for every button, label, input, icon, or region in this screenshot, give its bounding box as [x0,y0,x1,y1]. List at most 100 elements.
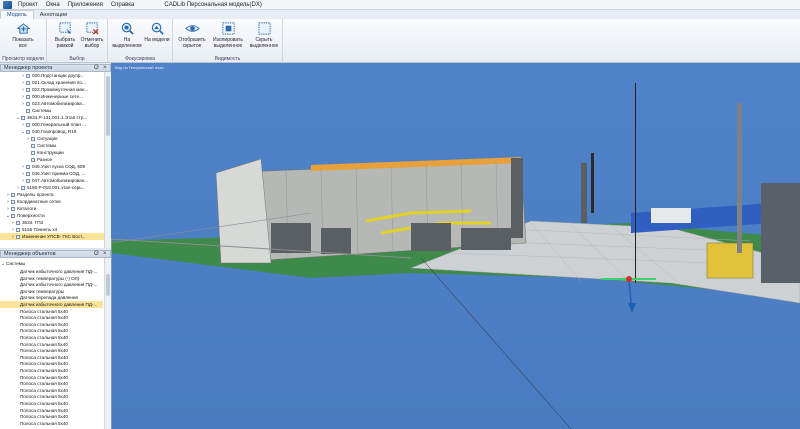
tab-annotations[interactable]: Аннотации [34,11,74,19]
tree-node-label: 5155 Тоннель х4 [22,227,58,232]
show-hidden-icon [184,25,200,32]
tree-node-label: 020.Подстанции доупр... [32,73,85,78]
tree-node-label: 040.Газопровод, R16 [32,129,77,134]
tree-node-label: Поверхности [17,213,45,218]
cancel-selection-icon [85,22,99,35]
isolate-selected-button[interactable]: Изолировать выделенное [211,21,245,53]
tree-node[interactable]: › Разделы проекта [0,191,104,198]
tree-node[interactable]: › 023.Автомобилизирова... [0,100,104,107]
tree-node[interactable]: ⌄ Поверхности [0,212,104,219]
folder-icon [11,206,15,211]
group-visibility: Отобразить скрытое Изолировать выделенно… [173,19,283,63]
folder-icon [11,199,15,204]
hide-selected-button[interactable]: Скрыть выделенное [247,21,281,53]
tree-node-label: 3634. ГП3 [22,220,44,225]
tree-node[interactable]: › Координатные сетки [0,198,104,205]
project-tree-scrollbar[interactable] [104,72,111,248]
tree-node[interactable]: › 021.Склад хранения по... [0,79,104,86]
tree-node-label: Конструкции [37,150,64,155]
tree-node[interactable]: › Каталоги [0,205,104,212]
pin-icon[interactable]: ʘ [94,251,99,257]
cancel-selection-button[interactable]: Отменить выбор [77,21,107,53]
tree-node[interactable]: › 3634. ГП3 [0,219,104,226]
3d-viewport[interactable] [111,63,800,429]
folder-icon [26,171,30,176]
tree-node[interactable]: Конструкции [0,149,104,156]
small-building [651,208,691,223]
frame-select-button[interactable]: Выбрать рамкой [50,21,80,53]
tree-node[interactable]: › 000.Генеральный план ... [0,121,104,128]
close-icon[interactable]: × [103,65,107,71]
folder-icon [31,157,35,162]
pin-icon[interactable]: ʘ [94,65,99,71]
group-focus: На выделенном На модели Фокусировка [108,19,173,63]
close-icon[interactable]: × [103,251,107,257]
ribbon-tab-strip: Модель Аннотации [0,10,800,19]
folder-icon [16,227,20,232]
tree-node-label: Системы [37,143,57,148]
right-equipment [761,183,800,283]
zoom-model-button[interactable]: На модели [142,21,172,53]
scroll-thumb[interactable] [106,76,110,136]
tall-mast [737,103,742,253]
folder-icon [21,115,25,120]
tree-node[interactable]: › 022.Промежуточная ман... [0,86,104,93]
folder-icon [31,150,35,155]
folder-icon [26,108,30,113]
group-label-model-view: Просмотр модели [2,56,44,62]
tree-node[interactable]: ⌄ 3634.Р-131.001.1.Этап стр... [0,114,104,121]
app-logo-icon[interactable] [3,0,12,9]
object-tree-root[interactable]: ⌄Системы [0,260,25,267]
tab-model[interactable]: Модель [0,10,34,19]
tree-node-label: Изменение УПСВ- ГКС Вост... [22,234,86,239]
tree-node-label: 046.Узел приема СОД, ... [32,171,86,176]
show-all-button[interactable]: Показать все [8,21,38,53]
zoom-selected-button[interactable]: На выделенном [112,21,142,53]
flare-stack [591,153,594,213]
menu-applications[interactable]: Приложения [64,2,107,8]
folder-icon [26,178,30,183]
menu-help[interactable]: Справка [107,2,139,8]
tree-node[interactable]: › 045.Узел пуска СОД, 609 [0,163,104,170]
tree-node-label: 3634.Р-131.001.1.Этап стр... [27,115,88,120]
tree-node[interactable]: Системы [0,142,104,149]
tree-node[interactable]: › 020.Подстанции доупр... [0,72,104,79]
list-item[interactable]: Полоса стальная 5х40 [0,420,103,427]
tree-node[interactable]: › Изменение УПСВ- ГКС Вост... [0,233,104,240]
folder-icon [11,213,15,218]
tree-node-label: Системы [32,108,52,113]
zoom-model-icon [151,22,164,35]
tree-node[interactable]: ⌄ 040.Газопровод, R16 [0,128,104,135]
project-manager-header: Менеджер проекта ʘ × [0,64,111,72]
folder-icon [31,136,35,141]
object-manager-title: Менеджер объектов [4,251,56,257]
tree-node-label: 023.Автомобилизирова... [32,101,86,106]
tree-node[interactable]: › 047.Автомобилизирован... [0,177,104,184]
object-list-scrollbar[interactable] [104,258,111,429]
tree-node-label: 021.Склад хранения по... [32,80,86,85]
tree-node[interactable]: › 5150.Р-018.001.этап-серь... [0,184,104,191]
axis-origin [626,276,632,282]
tree-node[interactable]: › 046.Узел приема СОД, ... [0,170,104,177]
isolate-icon [221,22,235,35]
window-title: CADLib Персональная модель(DX) [164,1,262,8]
folder-icon [16,220,20,225]
tree-node[interactable]: › 5155 Тоннель х4 [0,226,104,233]
antenna [635,83,636,283]
ribbon: Показать все Просмотр модели Выбрать рам… [0,19,800,63]
tree-node-label: Каталоги [17,206,37,211]
tree-node[interactable]: › 000.Инженерные сете... [0,93,104,100]
tree-node-label: Разное [37,157,53,162]
tree-node[interactable]: Системы [0,107,104,114]
scroll-thumb[interactable] [106,274,110,296]
tree-node-label: 000.Генеральный план ... [32,122,86,127]
zoom-selected-icon [121,22,134,35]
folder-icon [26,87,30,92]
tree-node[interactable]: › Ситуация [0,135,104,142]
menu-project[interactable]: Проект [14,2,42,8]
show-hidden-button[interactable]: Отобразить скрытое [175,21,209,53]
tree-node[interactable]: Разное [0,156,104,163]
folder-icon [16,234,20,239]
tree-node-label: 000.Инженерные сете... [32,94,83,99]
menu-windows[interactable]: Окна [42,2,64,8]
